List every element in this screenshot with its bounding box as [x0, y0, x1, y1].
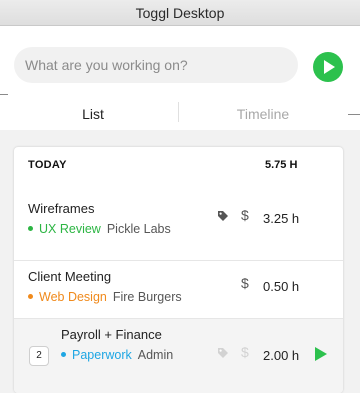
day-total-duration: 5.75 H [265, 159, 298, 171]
project-color-dot [28, 294, 33, 299]
entry-client: Admin [137, 348, 174, 362]
billable-icon[interactable]: $ [241, 344, 249, 360]
entry-duration[interactable]: 0.50 h [263, 279, 299, 294]
group-count-badge[interactable]: 2 [29, 346, 49, 366]
entry-project-line: Web Design Fire Burgers [28, 290, 182, 304]
tag-icon[interactable] [217, 210, 229, 222]
window-title: Toggl Desktop [0, 0, 360, 26]
project-color-dot [61, 352, 66, 357]
tab-list[interactable]: List [40, 102, 146, 126]
entry-client: Fire Burgers [112, 290, 182, 304]
time-entry-group-row[interactable]: 2 Payroll + Finance Paperwork Admin $ 2.0… [14, 318, 343, 393]
billable-icon[interactable]: $ [241, 275, 249, 291]
day-label: TODAY [28, 159, 67, 171]
time-entry-row[interactable]: Wireframes UX Review Pickle Labs $ 3.25 h [14, 193, 343, 250]
billable-icon[interactable]: $ [241, 207, 249, 223]
start-timer-button[interactable] [313, 52, 343, 82]
continue-entry-play-icon[interactable] [315, 347, 327, 361]
day-group-card: TODAY 5.75 H Wireframes UX Review Pickle … [14, 147, 343, 393]
right-edge-line [348, 114, 360, 115]
left-edge-line [0, 94, 8, 95]
entry-project: UX Review [39, 222, 101, 236]
entry-description: Wireframes [28, 201, 95, 216]
entry-description: Client Meeting [28, 269, 112, 284]
entry-project: Paperwork [72, 348, 132, 362]
entry-duration[interactable]: 3.25 h [263, 211, 299, 226]
timer-description-field[interactable] [14, 47, 298, 83]
entry-client: Pickle Labs [106, 222, 171, 236]
project-color-dot [28, 226, 33, 231]
tab-timeline[interactable]: Timeline [208, 102, 318, 126]
entry-duration[interactable]: 2.00 h [263, 348, 299, 363]
entry-description: Payroll + Finance [61, 327, 162, 342]
day-header: TODAY 5.75 H [14, 147, 343, 183]
tag-icon[interactable] [217, 347, 229, 359]
time-entry-row[interactable]: Client Meeting Web Design Fire Burgers $ … [14, 260, 343, 317]
description-input[interactable] [14, 47, 298, 83]
entry-project: Web Design [39, 290, 107, 304]
timer-panel: List Timeline [0, 26, 360, 130]
play-icon [324, 60, 335, 74]
entry-project-line: UX Review Pickle Labs [28, 222, 171, 236]
entry-project-line: Paperwork Admin [61, 348, 173, 362]
tab-divider [178, 102, 179, 122]
